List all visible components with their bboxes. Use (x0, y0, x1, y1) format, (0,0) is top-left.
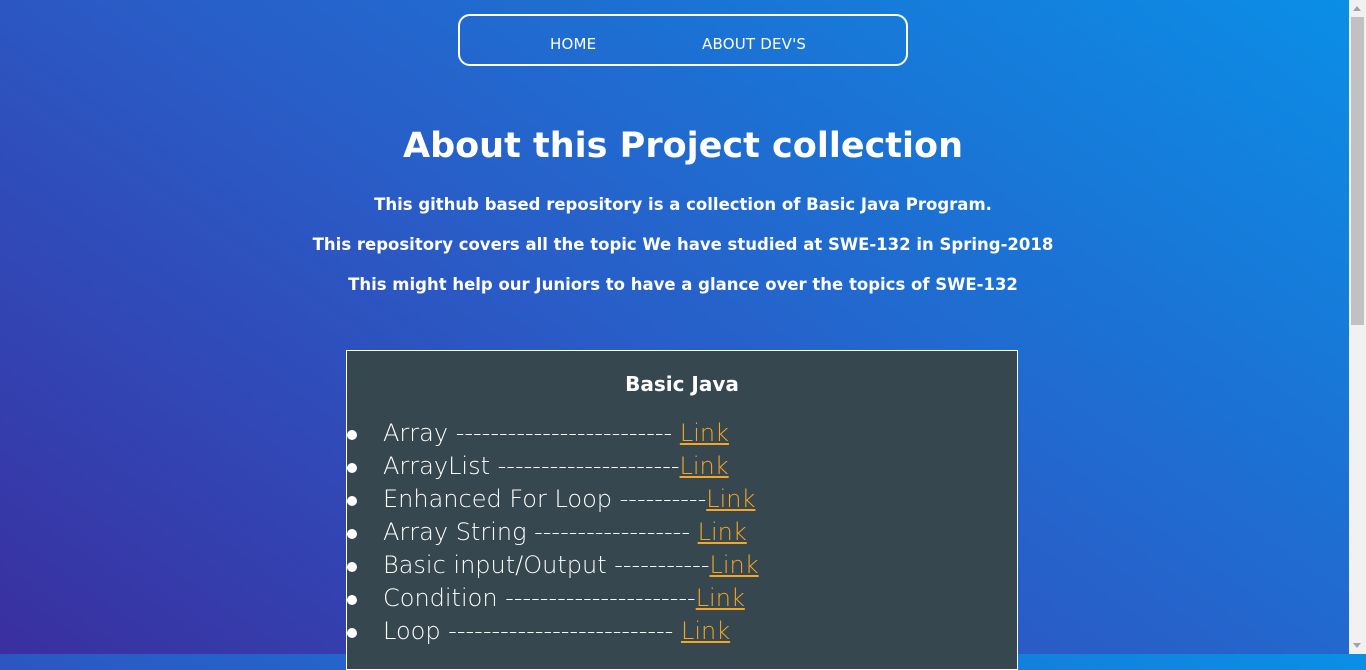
topic-link[interactable]: Link (706, 485, 755, 513)
topic-link[interactable]: Link (698, 518, 747, 546)
topic-link[interactable]: Link (681, 617, 730, 645)
bullet-icon (347, 529, 357, 539)
scroll-up-arrow-icon[interactable] (1349, 0, 1366, 17)
nav-home-link[interactable]: HOME (550, 35, 596, 53)
nav-about-devs-link[interactable]: ABOUT DEV'S (702, 35, 806, 53)
bullet-icon (347, 463, 357, 473)
scrollbar-thumb[interactable] (1351, 17, 1364, 325)
topic-label: Enhanced For Loop ----------Link (383, 485, 756, 513)
topic-label: Basic input/Output -----------Link (383, 551, 759, 579)
page-title: About this Project collection (403, 126, 963, 166)
bullet-icon (347, 496, 357, 506)
topic-link[interactable]: Link (680, 419, 729, 447)
bullet-icon (347, 430, 357, 440)
intro-line-1: This github based repository is a collec… (374, 195, 992, 214)
panel-title: Basic Java (625, 372, 739, 396)
scroll-down-arrow-icon[interactable] (1349, 637, 1366, 654)
topic-label: ArrayList ---------------------Link (383, 452, 729, 480)
topic-link[interactable]: Link (696, 584, 745, 612)
intro-line-3: This might help our Juniors to have a gl… (348, 275, 1018, 294)
topic-link[interactable]: Link (680, 452, 729, 480)
bullet-icon (347, 562, 357, 572)
bullet-icon (347, 628, 357, 638)
bullet-icon (347, 595, 357, 605)
basic-java-panel: Basic Java Array -----------------------… (346, 350, 1018, 670)
topic-link[interactable]: Link (710, 551, 759, 579)
topic-label: Loop -------------------------- Link (383, 617, 731, 645)
top-nav: HOME ABOUT DEV'S (458, 14, 908, 66)
intro-line-2: This repository covers all the topic We … (312, 235, 1054, 254)
topic-label: Condition ----------------------Link (383, 584, 745, 612)
topic-label: Array ------------------------- Link (383, 419, 729, 447)
topic-label: Array String ------------------ Link (383, 518, 747, 546)
vertical-scrollbar[interactable] (1349, 0, 1366, 654)
